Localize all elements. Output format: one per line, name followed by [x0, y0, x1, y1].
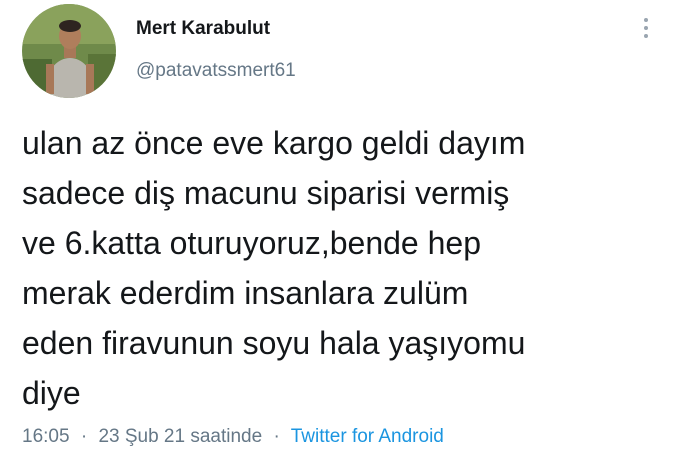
tweet-source-link[interactable]: Twitter for Android — [291, 426, 444, 447]
meta-separator: · — [273, 426, 280, 447]
avatar[interactable] — [22, 4, 116, 98]
meta-separator: · — [80, 426, 88, 447]
more-options-button[interactable] — [636, 14, 656, 42]
tweet-text-line: ulan az önce eve kargo geldi dayım — [22, 125, 526, 161]
tweet-text-line: diye — [22, 375, 81, 411]
tweet-text-line: eden firavunun soyu hala yaşıyomu — [22, 325, 526, 361]
display-name[interactable]: Mert Karabulut — [136, 18, 270, 40]
tweet-meta: 16:05 · 23 Şub 21 saatinde · Twitter for… — [22, 426, 444, 448]
tweet-text-line: sadece diş macunu siparisi vermiş — [22, 175, 510, 211]
tweet-text: ulan az önce eve kargo geldi dayım sadec… — [22, 118, 662, 418]
more-vertical-icon — [644, 18, 648, 22]
tweet-text-line: ve 6.katta oturuyoruz,bende hep — [22, 225, 481, 261]
tweet-date[interactable]: 23 Şub 21 saatinde — [98, 426, 262, 447]
tweet-time[interactable]: 16:05 — [22, 426, 70, 447]
tweet-text-line: merak ederdim insanlara zulüm — [22, 275, 469, 311]
avatar-photo-icon — [22, 4, 116, 98]
user-handle[interactable]: @patavatssmert61 — [136, 60, 296, 82]
tweet-card: Mert Karabulut @patavatssmert61 ulan az … — [0, 0, 680, 462]
